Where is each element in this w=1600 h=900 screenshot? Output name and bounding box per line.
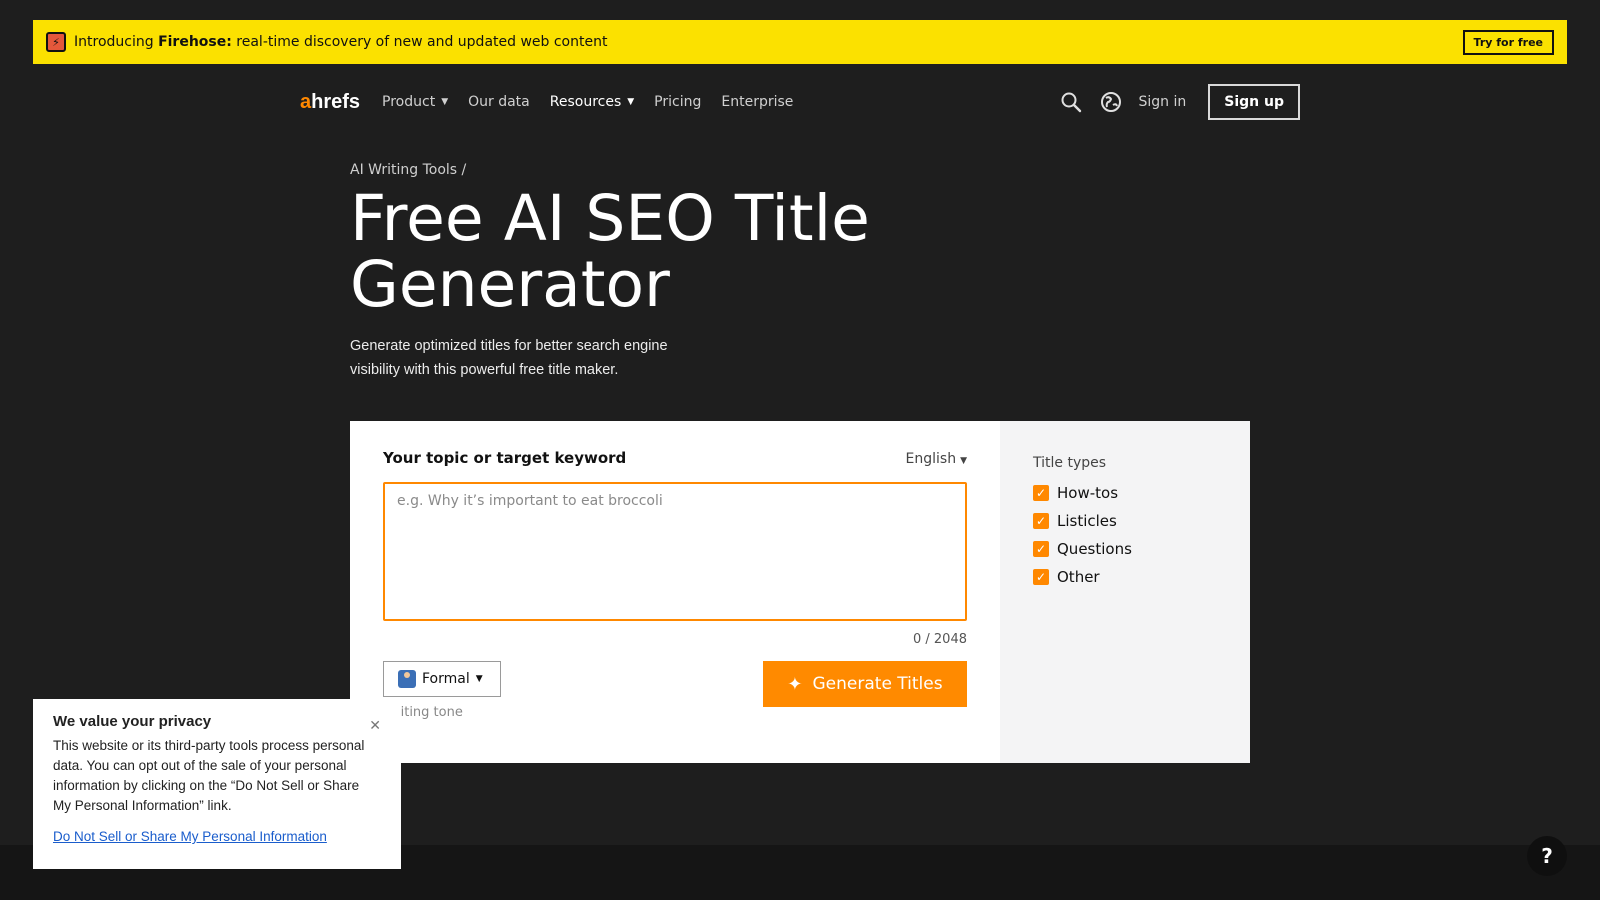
chevron-down-icon: ▼ [627,97,635,107]
privacy-popup: We value your privacy ✕ This website or … [33,699,401,869]
generate-titles-button[interactable]: ✦ Generate Titles [763,661,967,707]
nav-right: Sign in Sign up [1059,84,1300,120]
chevron-down-icon: ▼ [960,456,967,466]
nav-item-resources[interactable]: Resources ▼ [550,94,634,110]
writing-tone-select[interactable]: Formal ▼ [383,661,501,697]
nav-item-our-data[interactable]: Our data [468,94,530,110]
nav-item-product[interactable]: Product ▼ [382,94,448,110]
checkbox-questions[interactable]: ✓ Questions [1033,535,1217,563]
generator-form: Your topic or target keyword English▼ 0 … [350,421,1000,763]
checkmark-icon: ✓ [1033,485,1049,501]
checkbox-other[interactable]: ✓ Other [1033,563,1217,591]
ahrefs-logo[interactable]: ahrefs [300,91,360,114]
sign-up-button[interactable]: Sign up [1208,84,1300,120]
close-icon[interactable]: ✕ [369,717,381,734]
chevron-down-icon: ▼ [475,674,483,684]
help-button[interactable]: ? [1527,836,1567,876]
sparkle-icon: ✦ [787,673,803,695]
try-for-free-button[interactable]: Try for free [1462,29,1554,55]
checkmark-icon: ✓ [1033,513,1049,529]
language-select[interactable]: English ▼ [906,451,967,467]
do-not-sell-link[interactable]: Do Not Sell or Share My Personal Informa… [53,829,381,844]
breadcrumb[interactable]: AI Writing Tools / [350,162,466,178]
privacy-body: This website or its third-party tools pr… [53,738,365,813]
sign-in-link[interactable]: Sign in [1139,94,1187,110]
checkmark-icon: ✓ [1033,541,1049,557]
main-nav: ahrefs Product ▼ Our data Resources ▼ Pric… [300,84,1300,120]
title-types-label: Title types [1033,455,1107,471]
topic-label: Your topic or target keyword [383,449,627,467]
page-title: Free AI SEO Title Generator [350,182,870,321]
page-subtitle: Generate optimized titles for better sea… [350,338,668,378]
privacy-heading: We value your privacy [53,713,212,730]
search-icon[interactable] [1059,90,1083,114]
banner-text: Introducing Firehose: real-time discover… [74,34,608,50]
title-generator-card: Your topic or target keyword English▼ 0 … [350,421,1250,763]
chevron-down-icon: ▼ [441,97,449,107]
character-counter: 0 / 2048 [913,632,967,647]
lightning-icon: ⚡ [46,32,66,52]
title-types-panel: Title types ✓ How-tos ✓ Listicles ✓ Questio… [1000,421,1250,763]
promo-banner: ⚡ Introducing Firehose: real-time discov… [33,20,1567,64]
nav-item-enterprise[interactable]: Enterprise [721,94,793,110]
topic-input[interactable] [383,482,967,621]
checkbox-how-tos[interactable]: ✓ How-tos [1033,479,1217,507]
banner-product: Firehose: [158,34,232,50]
globe-icon[interactable] [1099,90,1123,114]
checkmark-icon: ✓ [1033,569,1049,585]
nav-item-pricing[interactable]: Pricing [654,94,701,110]
businessperson-icon [398,670,416,688]
checkbox-listicles[interactable]: ✓ Listicles [1033,507,1217,535]
